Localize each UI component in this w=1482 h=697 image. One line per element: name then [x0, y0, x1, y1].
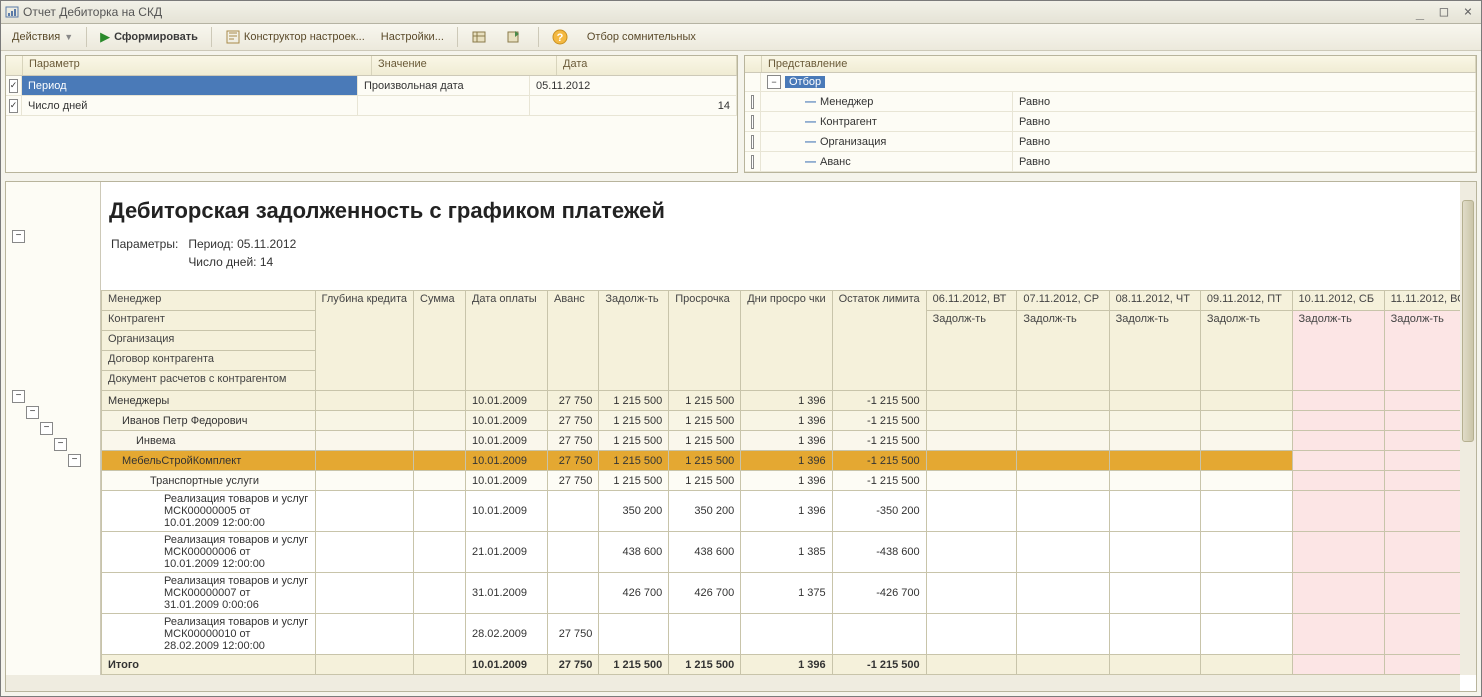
tree-toggle[interactable]: −	[26, 406, 39, 419]
param-name: Число дней	[22, 96, 358, 115]
tool-icon-2[interactable]	[499, 25, 532, 49]
filter-panel: Представление −Отбор —Менеджер Равно —Ко…	[744, 55, 1477, 173]
table-row[interactable]: МебельСтройКомплект10.01.200927 7501 215…	[102, 451, 1476, 471]
param-value	[358, 96, 530, 115]
table-row[interactable]: Итого10.01.200927 7501 215 5001 215 5001…	[102, 655, 1476, 675]
filter-condition: Равно	[1013, 132, 1476, 151]
filter-header: Представление	[762, 56, 1476, 72]
param-row[interactable]: ✓ Число дней 14	[6, 96, 737, 116]
play-icon: ▶	[100, 29, 110, 45]
filter-field: —Контрагент	[761, 112, 1013, 131]
generate-button[interactable]: ▶Сформировать	[93, 25, 205, 49]
params-header-date: Дата	[557, 56, 737, 75]
minimize-button[interactable]: _	[1411, 5, 1429, 19]
table-row[interactable]: Менеджеры10.01.200927 7501 215 5001 215 …	[102, 391, 1476, 411]
wrench-icon	[225, 29, 241, 45]
filter-field: —Аванс	[761, 152, 1013, 171]
checkbox[interactable]	[751, 115, 754, 129]
actions-menu[interactable]: Действия▼	[5, 25, 80, 49]
help-icon: ?	[552, 29, 568, 45]
tree-toggle[interactable]: −	[68, 454, 81, 467]
filter-condition: Равно	[1013, 152, 1476, 171]
constructor-button[interactable]: Конструктор настроек...	[218, 25, 372, 49]
report-params: Параметры:Период: 05.11.2012 Число дней:…	[101, 230, 314, 276]
params-header-param: Параметр	[23, 56, 372, 75]
settings-panels: Параметр Значение Дата ✓ Период Произвол…	[1, 51, 1481, 177]
help-button[interactable]: ?	[545, 25, 578, 49]
tree-gutter: − − − − − −	[6, 182, 101, 675]
titlebar: Отчет Дебиторка на СКД _ □ ×	[1, 1, 1481, 24]
param-value: Произвольная дата	[358, 76, 530, 95]
checkbox[interactable]	[751, 135, 754, 149]
doubtful-button[interactable]: Отбор сомнительных	[580, 25, 703, 49]
filter-root-row[interactable]: −Отбор	[745, 73, 1476, 92]
filter-field: —Менеджер	[761, 92, 1013, 111]
param-row[interactable]: ✓ Период Произвольная дата 05.11.2012	[6, 76, 737, 96]
maximize-button[interactable]: □	[1435, 5, 1453, 19]
filter-row[interactable]: —Организация Равно	[745, 132, 1476, 152]
table-row[interactable]: Реализация товаров и услуг МСК00000005 о…	[102, 491, 1476, 532]
tool-icon-1[interactable]	[464, 25, 497, 49]
close-button[interactable]: ×	[1459, 5, 1477, 19]
param-name: Период	[22, 76, 358, 95]
table-row[interactable]: Инвема10.01.200927 7501 215 5001 215 500…	[102, 431, 1476, 451]
checkbox[interactable]	[751, 95, 754, 109]
horizontal-scrollbar[interactable]	[6, 675, 1460, 691]
report-content: Дебиторская задолженность с графиком пла…	[101, 182, 1476, 675]
filter-row[interactable]: —Менеджер Равно	[745, 92, 1476, 112]
vertical-scrollbar[interactable]	[1460, 182, 1476, 675]
tree-toggle[interactable]: −	[12, 230, 25, 243]
svg-text:?: ?	[557, 32, 564, 44]
filter-root-label: Отбор	[785, 76, 825, 88]
table-row[interactable]: Реализация товаров и услуг МСК00000006 о…	[102, 532, 1476, 573]
table-row[interactable]: Иванов Петр Федорович10.01.200927 7501 2…	[102, 411, 1476, 431]
params-header-value: Значение	[372, 56, 557, 75]
window-title: Отчет Дебиторка на СКД	[23, 5, 162, 19]
collapse-icon[interactable]: −	[767, 75, 781, 89]
tree-toggle[interactable]: −	[12, 390, 25, 403]
settings-button[interactable]: Настройки...	[374, 25, 451, 49]
tree-toggle[interactable]: −	[54, 438, 67, 451]
params-panel: Параметр Значение Дата ✓ Период Произвол…	[5, 55, 738, 173]
table-row[interactable]: Реализация товаров и услуг МСК00000007 о…	[102, 573, 1476, 614]
toolbar: Действия▼ ▶Сформировать Конструктор наст…	[1, 24, 1481, 51]
filter-condition: Равно	[1013, 112, 1476, 131]
table-icon	[471, 29, 487, 45]
checkbox[interactable]: ✓	[9, 99, 19, 113]
report-title: Дебиторская задолженность с графиком пла…	[101, 192, 1476, 230]
filter-row[interactable]: —Контрагент Равно	[745, 112, 1476, 132]
report-table: МенеджерГлубина кредитаСуммаДата оплатыА…	[101, 290, 1476, 675]
table-row[interactable]: Транспортные услуги10.01.200927 7501 215…	[102, 471, 1476, 491]
app-icon	[5, 5, 19, 19]
report-area: − − − − − − Дебиторская задолженность с …	[5, 181, 1477, 692]
filter-condition: Равно	[1013, 92, 1476, 111]
table-row[interactable]: Реализация товаров и услуг МСК00000010 о…	[102, 614, 1476, 655]
refresh-icon	[506, 29, 522, 45]
filter-field: —Организация	[761, 132, 1013, 151]
param-date: 14	[530, 96, 737, 115]
tree-toggle[interactable]: −	[40, 422, 53, 435]
checkbox[interactable]	[751, 155, 754, 169]
filter-row[interactable]: —Аванс Равно	[745, 152, 1476, 172]
checkbox[interactable]: ✓	[9, 79, 19, 93]
param-date: 05.11.2012	[530, 76, 737, 95]
report-window: Отчет Дебиторка на СКД _ □ × Действия▼ ▶…	[0, 0, 1482, 697]
